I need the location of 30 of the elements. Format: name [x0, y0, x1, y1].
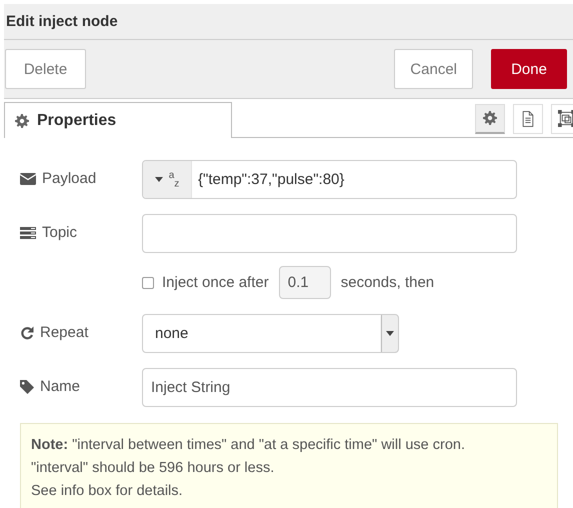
- field-label: Repeat: [40, 324, 88, 341]
- refresh-icon: [20, 326, 34, 340]
- input-field[interactable]: Inject String: [142, 368, 517, 407]
- repeat-dropdown[interactable]: none: [142, 314, 399, 353]
- delay-field[interactable]: 0.1: [278, 266, 331, 299]
- side-tab[interactable]: [513, 104, 543, 134]
- checkbox[interactable]: [142, 276, 154, 288]
- action-button[interactable]: Cancel: [394, 49, 473, 89]
- properties-tab[interactable]: Properties: [4, 102, 232, 138]
- side-tab[interactable]: [475, 104, 505, 134]
- envelope-icon: [20, 172, 36, 184]
- field-label: Payload: [42, 170, 96, 187]
- document-icon: [521, 110, 535, 126]
- checkbox-label: Inject once after: [162, 274, 269, 291]
- frame-icon: [558, 110, 573, 127]
- caret-icon: [154, 177, 163, 182]
- caret-icon: [386, 331, 394, 336]
- seconds-label: seconds, then: [340, 274, 434, 291]
- field-label: Topic: [42, 224, 78, 241]
- settings-icon: [483, 111, 497, 125]
- field-label: Name: [40, 378, 80, 395]
- tag-icon: [20, 380, 34, 394]
- settings-icon: [15, 114, 29, 128]
- note-text: Note: "interval between times" and "at a specific time" will use cron. "interval" should be 596 hours or less. See info box for details.: [20, 423, 558, 508]
- dialog-title: Edit inject node: [6, 13, 118, 30]
- list-icon: [20, 226, 36, 238]
- action-button[interactable]: Delete: [5, 49, 86, 89]
- done-button[interactable]: Done: [491, 49, 567, 89]
- side-tab[interactable]: [551, 104, 573, 134]
- input-field[interactable]: [142, 214, 517, 253]
